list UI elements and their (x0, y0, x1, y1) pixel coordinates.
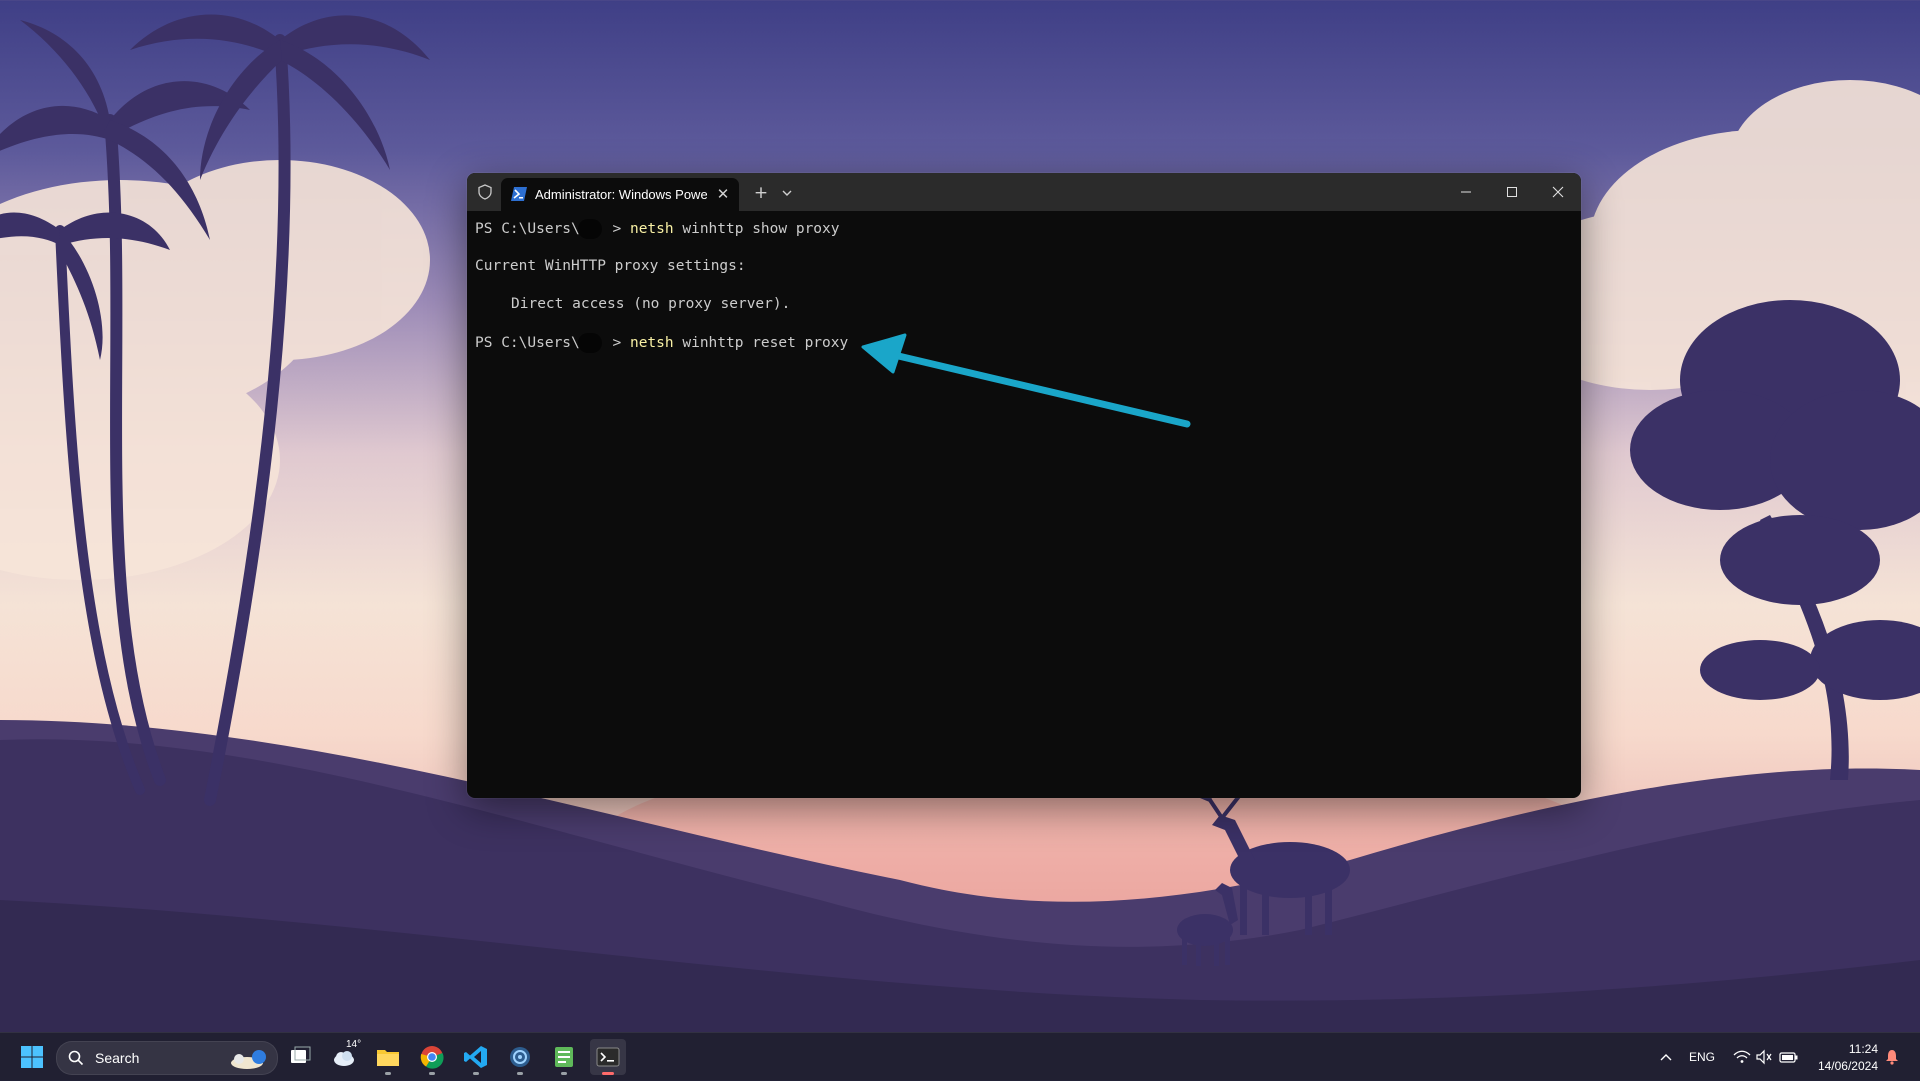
chrome-icon (420, 1046, 444, 1069)
prompt-end: > (603, 335, 630, 351)
notepad-icon (555, 1047, 573, 1067)
weather-widget[interactable]: 14° (326, 1039, 362, 1075)
file-explorer-icon (377, 1050, 399, 1066)
close-window-button[interactable] (1535, 173, 1581, 211)
vscode-button[interactable] (458, 1039, 494, 1075)
start-button[interactable] (14, 1039, 50, 1075)
search-box[interactable]: Search (56, 1041, 278, 1075)
prompt-text: PS C:\Users\ (475, 335, 580, 351)
task-view-icon (291, 1046, 311, 1063)
prompt-text: PS C:\Users\ (475, 221, 580, 237)
network-app-icon (510, 1047, 530, 1067)
search-icon (68, 1050, 84, 1066)
running-indicator (561, 1072, 567, 1075)
close-icon[interactable]: ✕ (713, 184, 733, 204)
battery-icon[interactable] (1779, 1049, 1799, 1065)
maximize-button[interactable] (1489, 173, 1535, 211)
maximize-icon (1507, 187, 1517, 197)
console-line: Current WinHTTP proxy settings: (475, 258, 746, 274)
close-icon (1552, 186, 1564, 198)
redacted-username (577, 333, 602, 353)
weather-temp: 14° (346, 1039, 362, 1050)
chevron-up-icon[interactable] (1658, 1049, 1674, 1065)
active-indicator (602, 1072, 614, 1075)
search-label: Search (95, 1050, 140, 1066)
search-highlight-icon (231, 1050, 266, 1069)
command-name: netsh (629, 335, 674, 351)
redacted-username (577, 219, 602, 239)
console-line: PS C:\Users\ > netsh winhttp show proxy (475, 219, 840, 239)
console-line: Direct access (no proxy server). (511, 296, 791, 312)
chevron-down-icon[interactable] (779, 185, 795, 201)
notepad-button[interactable] (546, 1039, 582, 1075)
clock-date[interactable]: 14/06/2024 (1812, 1059, 1878, 1073)
plus-icon[interactable]: + (749, 182, 773, 204)
chrome-button[interactable] (414, 1039, 450, 1075)
file-explorer-button[interactable] (370, 1039, 406, 1075)
tab-title: Administrator: Windows PowerShell (535, 187, 707, 202)
command-args: winhttp reset proxy (673, 335, 849, 351)
prompt-end: > (603, 221, 630, 237)
terminal-window[interactable]: Administrator: Windows PowerShell ✕ + PS… (467, 173, 1581, 798)
running-indicator (429, 1072, 435, 1075)
windows-start-icon (21, 1046, 43, 1068)
task-view-button[interactable] (282, 1039, 318, 1075)
command-name: netsh (629, 221, 674, 237)
language-indicator[interactable]: ENG (1689, 1050, 1715, 1064)
taskbar: Search 14° ENG 11:24 14/06/2024 (0, 1032, 1920, 1081)
powershell-icon (511, 187, 527, 201)
network-app-button[interactable] (502, 1039, 538, 1075)
tab-powershell[interactable]: Administrator: Windows PowerShell ✕ (501, 178, 739, 211)
command-args: winhttp show proxy (673, 221, 840, 237)
clock-time[interactable]: 11:24 (1818, 1042, 1878, 1056)
shield-icon (478, 184, 492, 200)
terminal-icon (596, 1047, 620, 1067)
running-indicator (517, 1072, 523, 1075)
running-indicator (473, 1072, 479, 1075)
title-bar[interactable]: Administrator: Windows PowerShell ✕ + (467, 173, 1581, 211)
running-indicator (385, 1072, 391, 1075)
minimize-button[interactable] (1443, 173, 1489, 211)
wifi-icon[interactable] (1733, 1049, 1751, 1065)
minimize-icon (1461, 191, 1471, 193)
console-line: PS C:\Users\ > netsh winhttp reset proxy (475, 333, 849, 353)
vscode-icon (464, 1046, 487, 1068)
notification-bell-icon[interactable] (1884, 1049, 1900, 1065)
terminal-button[interactable] (590, 1039, 626, 1075)
speaker-muted-icon[interactable] (1755, 1049, 1773, 1065)
